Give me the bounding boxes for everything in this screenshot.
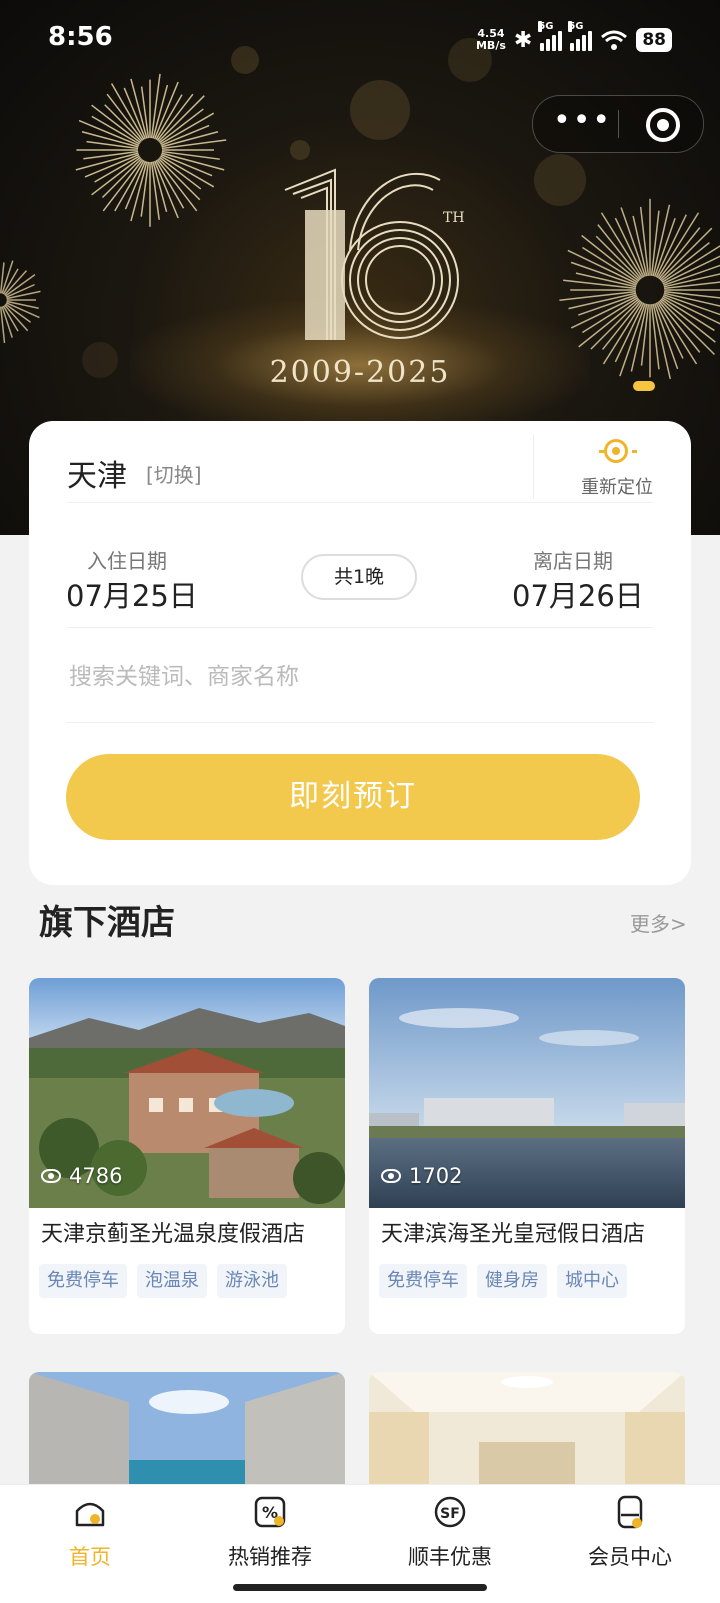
close-miniprogram-icon[interactable] [646, 108, 680, 142]
anniversary-suffix: TH [443, 210, 465, 226]
relocate-button[interactable]: 重新定位 [581, 473, 653, 499]
more-options-icon[interactable]: ••• [553, 96, 610, 152]
member-card-icon [617, 1495, 643, 1529]
nights-count: 共1晚 [301, 554, 417, 600]
tab-label: 顺丰优惠 [408, 1545, 492, 1569]
status-bar: 8:56 4.54 MB/s ✱ 5G 5G 88 [0, 0, 720, 80]
network-speed: 4.54 MB/s [475, 27, 506, 52]
signal-sim2-icon: 5G [568, 21, 593, 51]
hotel-photo [29, 1372, 345, 1492]
carousel-indicator [633, 381, 655, 391]
hotel-card[interactable]: 1702 天津滨海圣光皇冠假日酒店 免费停车 健身房 城中心 [369, 978, 685, 1334]
eye-icon [41, 1169, 61, 1183]
divider [67, 722, 653, 723]
sf-logo-icon: SF [434, 1496, 466, 1528]
miniprogram-capsule: ••• [532, 95, 704, 153]
wifi-icon [601, 30, 628, 50]
checkin-date[interactable]: 07月25日 [66, 573, 198, 615]
status-time: 8:56 [48, 22, 113, 52]
hotel-card[interactable] [29, 1372, 345, 1492]
signal-sim1-icon: 5G [538, 21, 563, 51]
tab-label: 热销推荐 [228, 1545, 312, 1569]
hotel-tag: 城中心 [557, 1264, 627, 1298]
hotel-tag: 免费停车 [379, 1264, 467, 1298]
home-indicator [233, 1584, 487, 1591]
hotel-tag: 免费停车 [39, 1264, 127, 1298]
book-now-button[interactable]: 即刻预订 [66, 754, 640, 840]
booking-card: 天津 [切换] 重新定位 入住日期 07月25日 共1晚 离店日期 07月26日… [29, 421, 691, 885]
svg-text:SF: SF [440, 1506, 460, 1522]
section-title: 旗下酒店 [39, 903, 175, 943]
tab-label: 首页 [69, 1545, 111, 1569]
hotel-tag: 游泳池 [217, 1264, 287, 1298]
anniversary-16-logo: TH [284, 168, 465, 340]
city-name[interactable]: 天津 [67, 451, 127, 495]
view-count: 1702 [381, 1164, 462, 1188]
view-count: 4786 [41, 1164, 122, 1188]
bluetooth-icon: ✱ [513, 27, 533, 53]
status-icons: 4.54 MB/s ✱ 5G 5G 88 [475, 21, 672, 58]
hotel-photo: 1702 [369, 978, 685, 1208]
hotel-name: 天津滨海圣光皇冠假日酒店 [381, 1222, 646, 1247]
hotel-tags: 免费停车 泡温泉 游泳池 [39, 1264, 287, 1298]
home-icon [75, 1502, 105, 1527]
checkout-label: 离店日期 [533, 549, 613, 573]
locate-icon[interactable] [599, 439, 637, 463]
hotel-card[interactable] [369, 1372, 685, 1492]
tab-home[interactable]: 首页 [0, 1485, 180, 1603]
more-hotels-link[interactable]: 更多> [630, 908, 687, 937]
hotel-tag: 健身房 [477, 1264, 547, 1298]
checkout-date[interactable]: 07月26日 [512, 573, 644, 615]
hotel-name: 天津京蓟圣光温泉度假酒店 [41, 1222, 306, 1247]
divider [67, 502, 653, 503]
tab-label: 会员中心 [588, 1545, 672, 1569]
capsule-divider [618, 110, 619, 138]
anniversary-years: 2009-2025 [269, 355, 451, 390]
tab-member-center[interactable]: 会员中心 [540, 1485, 720, 1603]
hotel-card[interactable]: 4786 天津京蓟圣光温泉度假酒店 免费停车 泡温泉 游泳池 [29, 978, 345, 1334]
eye-icon [381, 1169, 401, 1183]
divider [67, 627, 653, 628]
checkin-label: 入住日期 [87, 549, 167, 573]
switch-city-link[interactable]: [切换] [146, 459, 202, 488]
hotel-tags: 免费停车 健身房 城中心 [379, 1264, 627, 1298]
battery-indicator: 88 [636, 28, 672, 52]
location-divider [533, 435, 534, 499]
discount-icon: % [254, 1496, 286, 1528]
hotel-photo: 4786 [29, 978, 345, 1208]
search-input[interactable] [67, 651, 657, 703]
hotel-photo [369, 1372, 685, 1492]
hotel-tag: 泡温泉 [137, 1264, 207, 1298]
